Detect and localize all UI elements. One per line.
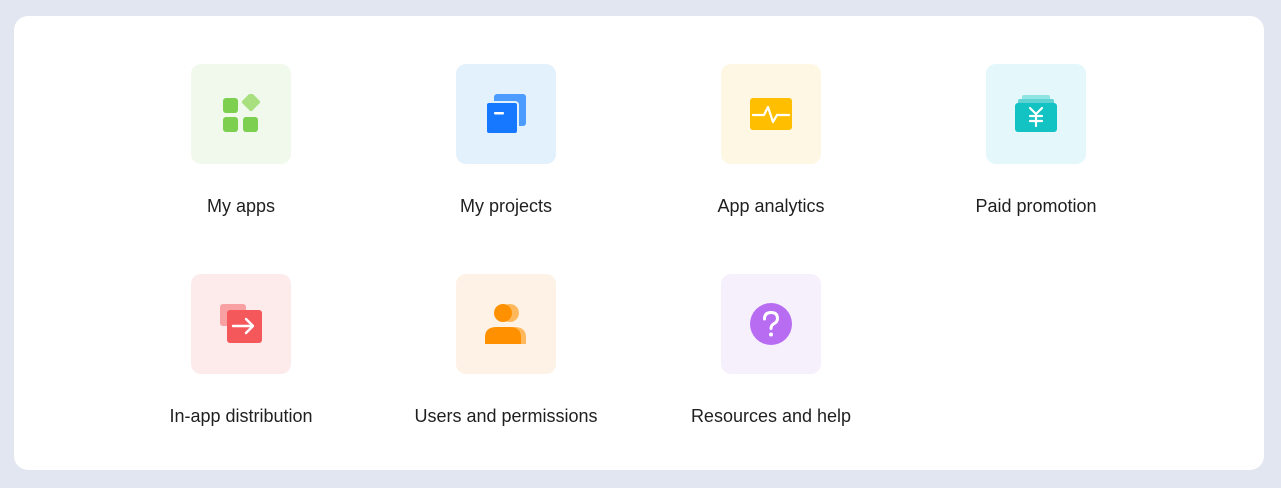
tile-label: In-app distribution <box>169 406 313 426</box>
tile-label: My projects <box>459 196 553 216</box>
tile-resources-and-help[interactable]: Resources and help <box>651 226 891 426</box>
promotion-icon <box>1015 95 1057 132</box>
apps-grid-icon <box>223 94 261 132</box>
app-analytics-icon-box <box>721 64 821 164</box>
projects-icon <box>485 94 526 135</box>
my-apps-icon-box <box>191 64 291 164</box>
distribution-icon <box>220 304 262 343</box>
resources-and-help-icon-box <box>721 274 821 374</box>
tile-paid-promotion[interactable]: Paid promotion <box>916 16 1156 216</box>
my-projects-icon-box <box>456 64 556 164</box>
tile-users-and-permissions[interactable]: Users and permissions <box>386 226 626 426</box>
tile-label: My apps <box>206 196 276 216</box>
help-icon <box>750 303 792 345</box>
tile-my-projects[interactable]: My projects <box>386 16 626 216</box>
tile-app-analytics[interactable]: App analytics <box>651 16 891 216</box>
tile-label: App analytics <box>717 196 825 216</box>
tile-my-apps[interactable]: My apps <box>121 16 361 216</box>
paid-promotion-icon-box <box>986 64 1086 164</box>
analytics-icon <box>750 98 792 130</box>
tile-label: Users and permissions <box>414 406 598 426</box>
in-app-distribution-icon-box <box>191 274 291 374</box>
tile-label: Paid promotion <box>975 196 1097 216</box>
tile-label: Resources and help <box>690 406 852 426</box>
users-and-permissions-icon-box <box>456 274 556 374</box>
users-icon <box>485 304 526 344</box>
tile-in-app-distribution[interactable]: In-app distribution <box>121 226 361 426</box>
app-launcher-card: My apps My projects App analytics Paid p… <box>14 16 1264 470</box>
